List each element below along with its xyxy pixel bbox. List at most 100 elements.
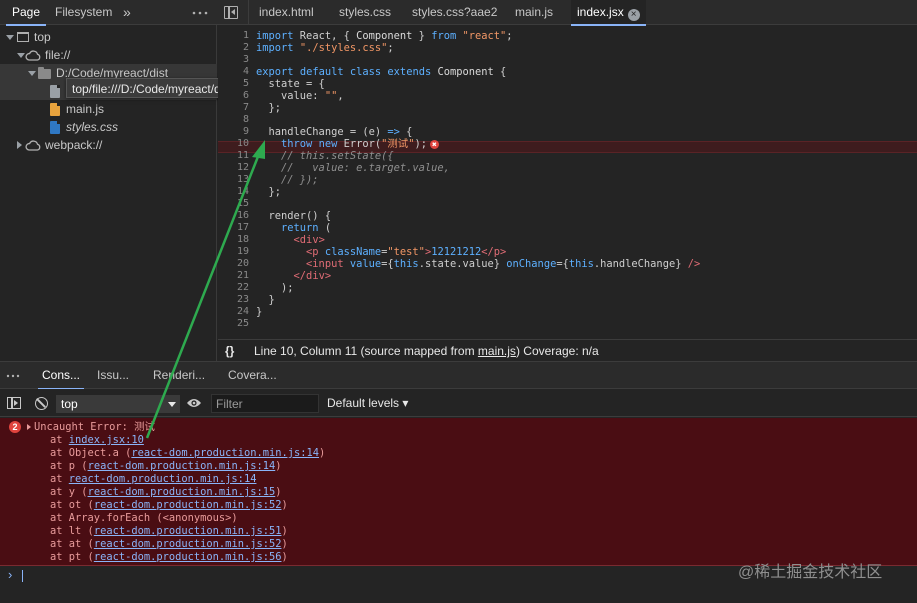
tree-item-label: file:// <box>45 48 71 62</box>
stack-frame: at lt (react-dom.production.min.js:51) <box>50 525 288 538</box>
stack-frame-text: Object.a ( <box>68 447 132 459</box>
code-line: import React, { Component } from "react"… <box>256 30 513 42</box>
cursor-position: Line 10, Column 11 <box>254 344 358 358</box>
stack-frame-text: at <box>50 525 69 537</box>
close-icon[interactable]: × <box>627 9 640 21</box>
line-number: 1 <box>242 30 249 41</box>
code-editor[interactable]: 1 2 3 4 5 6 7 8 9 10 11 12 13 14 15 16 1… <box>218 26 917 338</box>
tree-item-file-origin[interactable]: file:// <box>0 46 217 64</box>
stack-frame: at Object.a (react-dom.production.min.js… <box>50 447 325 460</box>
stack-frame: at index.jsx:10 <box>50 434 144 447</box>
coverage-status: Coverage: n/a <box>523 344 599 358</box>
more-tabs-button[interactable]: » <box>123 0 131 25</box>
error-count-badge: 2 <box>9 421 21 433</box>
code-line: }; <box>256 102 282 114</box>
path-tooltip: top/file:///D:/Code/myreact/dist <box>66 78 239 98</box>
code-line: export default class extends Component { <box>256 66 507 78</box>
stack-frame-text: at <box>50 512 69 524</box>
cloud-icon <box>25 140 41 151</box>
tab-rendering[interactable]: Renderi... <box>153 362 205 390</box>
line-number: 15 <box>236 198 249 209</box>
toggle-navigator-icon[interactable] <box>224 6 238 19</box>
chevron-down-icon <box>28 71 36 76</box>
tab-main-js[interactable]: main.js <box>515 0 553 25</box>
expand-arrow-icon[interactable] <box>27 424 31 430</box>
stack-frame-link[interactable]: react-dom.production.min.js:14 <box>69 473 257 485</box>
code-line: <p className="test">12121212</p> <box>306 246 507 258</box>
stack-frame-text: y ( <box>68 486 88 498</box>
code-line: } <box>256 306 263 318</box>
eye-icon[interactable] <box>186 397 202 409</box>
pretty-print-button[interactable]: {} <box>225 340 234 362</box>
stack-frame-text: at <box>50 551 69 563</box>
line-number: 17 <box>236 222 249 233</box>
js-file-icon <box>50 103 60 116</box>
stack-frame-text: at <box>50 499 69 511</box>
stack-frame-link[interactable]: react-dom.production.min.js:14 <box>88 460 276 472</box>
stack-frame: at ot (react-dom.production.min.js:52) <box>50 499 288 512</box>
source-map-link[interactable]: main.js <box>478 344 516 358</box>
tab-styles-css[interactable]: styles.css <box>339 0 391 25</box>
code-line: value: "", <box>256 90 344 102</box>
folder-icon <box>38 67 51 79</box>
sidebar-toggle-icon[interactable] <box>7 397 21 409</box>
stack-frame-text: at <box>50 486 69 498</box>
stack-frame-link[interactable]: index.jsx:10 <box>69 434 144 446</box>
chevron-down-icon <box>17 53 25 58</box>
error-icon[interactable]: ✖ <box>429 140 439 149</box>
error-message: Uncaught Error: 测试 <box>34 421 155 433</box>
stack-frame-link[interactable]: react-dom.production.min.js:52 <box>94 499 282 511</box>
more-options-icon[interactable] <box>191 6 209 20</box>
tab-page[interactable]: Page <box>5 0 47 26</box>
code-line: } <box>256 294 275 306</box>
stack-frame-link[interactable]: react-dom.production.min.js:14 <box>131 447 319 459</box>
tab-index-jsx[interactable]: index.jsx × <box>571 0 646 26</box>
line-number: 11 <box>236 150 249 161</box>
drawer-menu-icon[interactable] <box>6 369 22 384</box>
line-number: 8 <box>242 114 249 125</box>
stack-frame-link[interactable]: react-dom.production.min.js:52 <box>94 538 282 550</box>
stack-frame-text: at <box>50 447 69 459</box>
tree-item-label: webpack:// <box>45 138 103 152</box>
line-number: 20 <box>236 258 249 269</box>
tab-console[interactable]: Cons... <box>37 362 85 390</box>
clear-console-icon[interactable] <box>35 397 48 410</box>
tab-label: index.jsx <box>577 5 624 19</box>
log-levels-dropdown[interactable]: Default levels ▾ <box>327 396 408 410</box>
stack-frame-link[interactable]: react-dom.production.min.js:51 <box>94 525 282 537</box>
line-number-gutter: 1 2 3 4 5 6 7 8 9 10 11 12 13 14 15 16 1… <box>218 30 249 330</box>
frame-icon <box>17 32 29 42</box>
line-number: 2 <box>242 42 249 53</box>
cursor-status: Line 10, Column 11 (source mapped from m… <box>254 340 599 362</box>
code-line: // this.setState({ <box>256 150 394 162</box>
stack-frame-text: ) <box>281 499 288 511</box>
code-line: return ( <box>281 222 332 234</box>
divider <box>248 0 249 25</box>
stack-frame: at at (react-dom.production.min.js:52) <box>50 538 288 551</box>
tab-styles-css-aae2[interactable]: styles.css?aae2 <box>412 0 497 25</box>
tree-item-styles-css[interactable]: styles.css <box>0 118 217 136</box>
tree-item-main-js[interactable]: main.js <box>0 100 217 118</box>
context-select[interactable]: top <box>56 395 180 413</box>
stack-frame-text: at <box>50 473 69 485</box>
line-number: 12 <box>236 162 249 173</box>
tree-item-webpack[interactable]: webpack:// <box>0 136 217 154</box>
tree-item-top[interactable]: top <box>0 28 217 46</box>
code-line: // value: e.target.value, <box>256 162 450 174</box>
tab-issues[interactable]: Issu... <box>97 362 129 390</box>
prompt-caret: › <box>8 567 13 582</box>
html-file-icon <box>50 85 60 98</box>
stack-frame-link[interactable]: react-dom.production.min.js:15 <box>88 486 276 498</box>
stack-frame-link[interactable]: react-dom.production.min.js:56 <box>94 551 282 563</box>
tab-index-html[interactable]: index.html <box>259 0 314 25</box>
stack-frame-text: at ( <box>68 538 94 550</box>
chevron-right-icon <box>17 141 22 149</box>
filter-input[interactable] <box>211 394 319 413</box>
code-line: <input value={this.state.value} onChange… <box>306 258 701 270</box>
tab-filesystem[interactable]: Filesystem <box>55 0 112 25</box>
tab-coverage[interactable]: Covera... <box>228 362 277 390</box>
editor-status-bar: {} Line 10, Column 11 (source mapped fro… <box>218 339 917 361</box>
cloud-icon <box>25 50 41 61</box>
stack-frame-text: p ( <box>68 460 88 472</box>
